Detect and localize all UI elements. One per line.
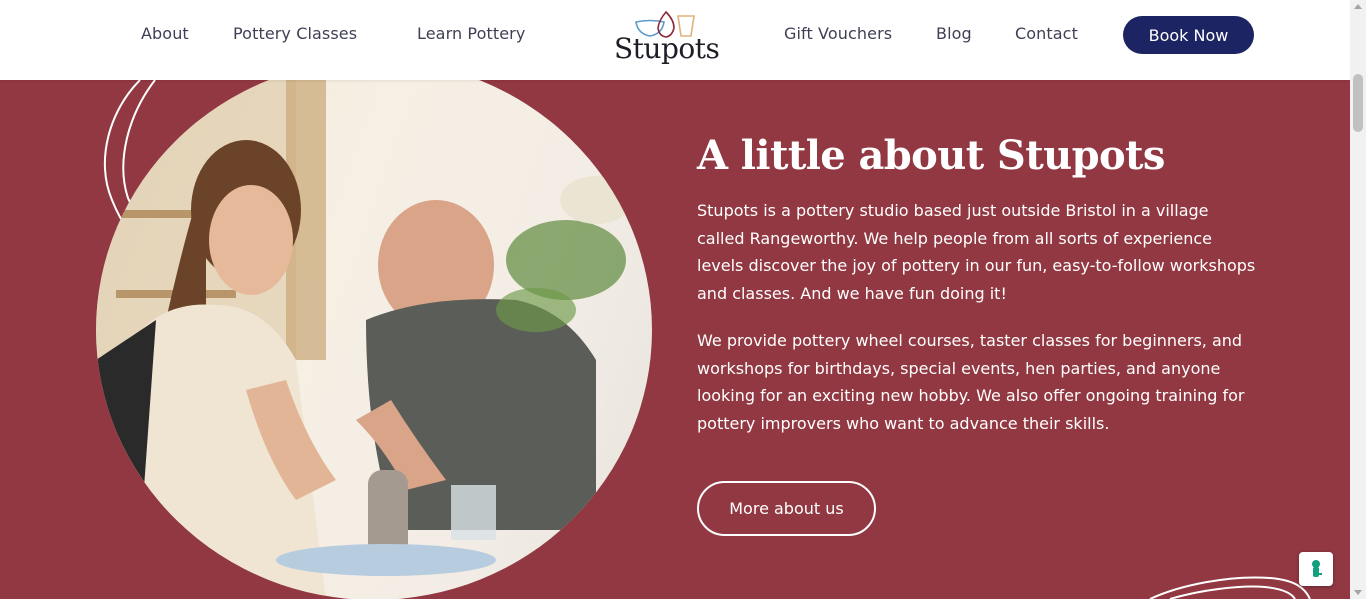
photo-scene-icon: [96, 80, 632, 599]
about-paragraph-2: We provide pottery wheel courses, taster…: [697, 331, 1245, 433]
about-section: A little about Stupots Stupots is a pott…: [0, 80, 1350, 599]
logo[interactable]: Stupots: [614, 10, 720, 70]
nav-about[interactable]: About: [141, 24, 189, 44]
section-heading: A little about Stupots: [697, 132, 1165, 179]
nav-learn-pottery[interactable]: Learn Pottery: [417, 24, 525, 44]
site-header: About Pottery Classes Learn Pottery Stup…: [0, 0, 1350, 80]
logo-text: Stupots: [614, 32, 720, 65]
scroll-up-arrow-icon[interactable]: [1354, 4, 1362, 9]
more-about-us-button[interactable]: More about us: [697, 481, 876, 536]
page: About Pottery Classes Learn Pottery Stup…: [0, 0, 1350, 599]
nav-contact[interactable]: Contact: [1015, 24, 1078, 44]
scroll-thumb[interactable]: [1353, 74, 1363, 132]
cookie-settings-button[interactable]: [1299, 552, 1333, 586]
cookie-settings-icon: [1312, 560, 1322, 577]
page-scrollbar[interactable]: [1350, 0, 1366, 599]
nav-blog[interactable]: Blog: [936, 24, 972, 44]
nav-pottery-classes[interactable]: Pottery Classes: [233, 24, 357, 44]
book-now-button[interactable]: Book Now: [1123, 16, 1254, 54]
nav-gift-vouchers[interactable]: Gift Vouchers: [784, 24, 892, 44]
scroll-down-arrow-icon[interactable]: [1354, 590, 1362, 595]
pottery-class-photo: [96, 80, 652, 599]
about-paragraph-1: Stupots is a pottery studio based just o…: [697, 201, 1256, 303]
